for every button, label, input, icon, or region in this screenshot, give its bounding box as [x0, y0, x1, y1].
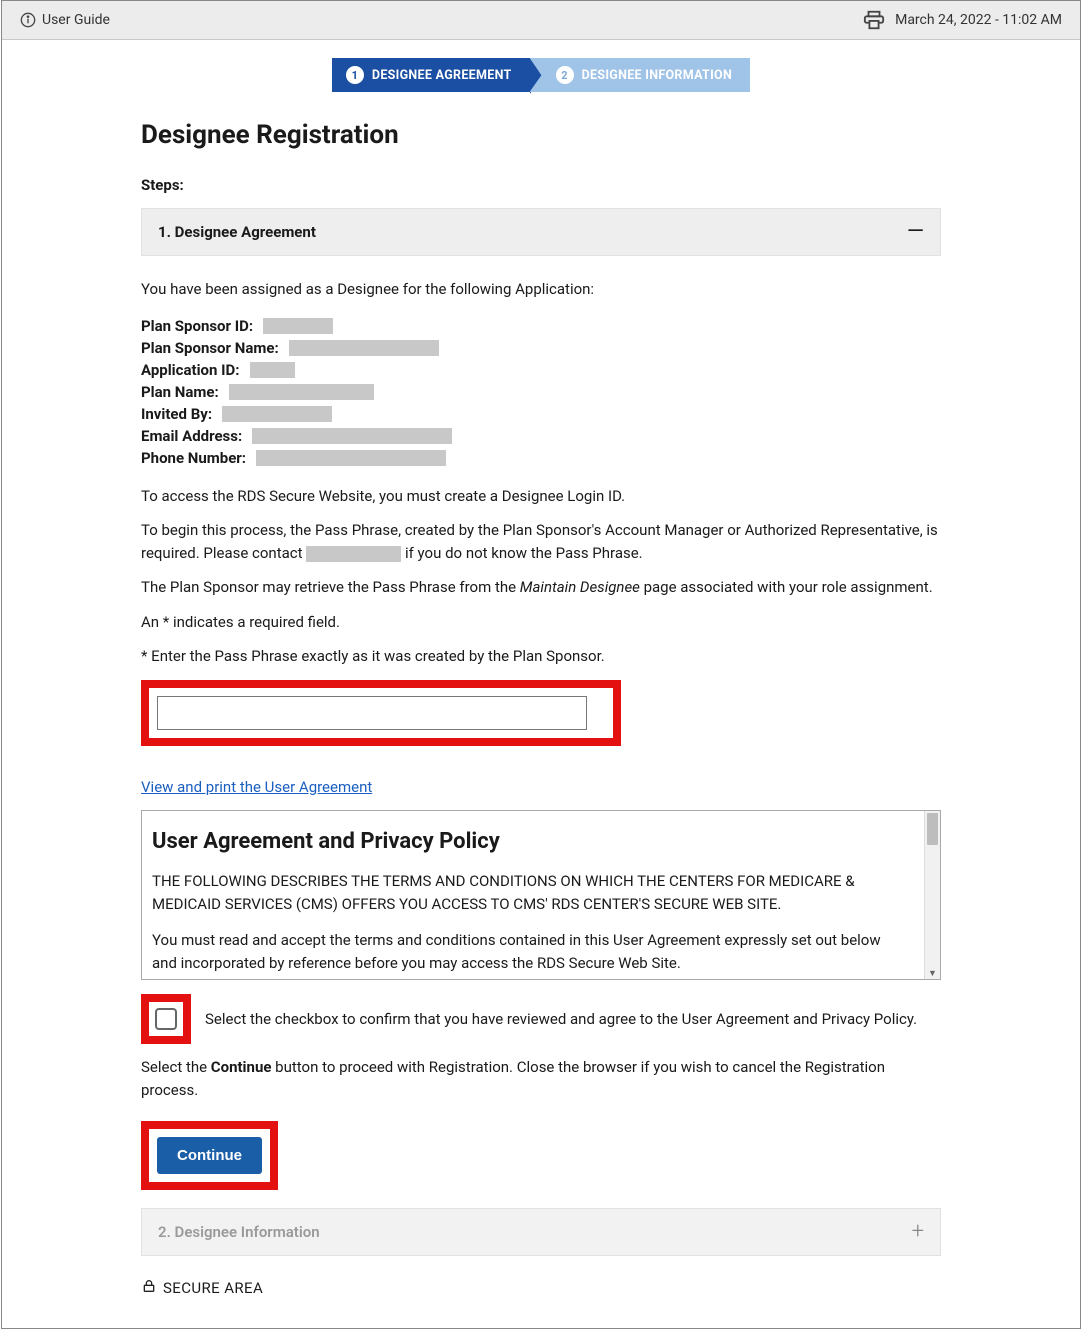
accordion-1-title: 1. Designee Agreement	[158, 223, 316, 241]
label-plan-sponsor-id: Plan Sponsor ID:	[141, 317, 253, 335]
ua-heading: User Agreement and Privacy Policy	[152, 829, 908, 854]
secure-area-label: SECURE AREA	[141, 1278, 941, 1298]
value-plan-sponsor-name	[289, 340, 439, 356]
field-phone: Phone Number:	[141, 449, 941, 467]
label-invited-by: Invited By:	[141, 405, 212, 423]
begin-text: To begin this process, the Pass Phrase, …	[141, 519, 941, 564]
wizard-stepper: 1 DESIGNEE AGREEMENT 2 DESIGNEE INFORMAT…	[141, 58, 941, 92]
step-2-badge: 2	[556, 66, 574, 84]
step-designee-information: 2 DESIGNEE INFORMATION	[530, 58, 751, 92]
confirm-row: Select the checkbox to confirm that you …	[141, 994, 941, 1044]
accordion-1-body: You have been assigned as a Designee for…	[141, 278, 941, 1208]
continue-button[interactable]: Continue	[157, 1137, 262, 1174]
ua-link-row: View and print the User Agreement	[141, 776, 941, 799]
label-email: Email Address:	[141, 427, 242, 445]
value-phone	[256, 450, 446, 466]
value-plan-sponsor-id	[263, 318, 333, 334]
accordion-2-title: 2. Designee Information	[158, 1223, 320, 1241]
value-plan-name	[229, 384, 374, 400]
passphrase-highlight	[141, 680, 621, 746]
step-designee-agreement[interactable]: 1 DESIGNEE AGREEMENT	[332, 58, 530, 92]
timestamp-area: March 24, 2022 - 11:02 AM	[863, 9, 1062, 31]
confirm-label: Select the checkbox to confirm that you …	[205, 1010, 917, 1028]
view-print-user-agreement-link[interactable]: View and print the User Agreement	[141, 778, 372, 796]
access-text: To access the RDS Secure Website, you mu…	[141, 485, 941, 508]
agree-checkbox[interactable]	[155, 1008, 177, 1030]
accordion-designee-information[interactable]: 2. Designee Information +	[141, 1208, 941, 1256]
continue-instruction: Select the Continue button to proceed wi…	[141, 1056, 941, 1101]
user-guide-link[interactable]: User Guide	[20, 12, 110, 28]
label-plan-sponsor-name: Plan Sponsor Name:	[141, 339, 279, 357]
scroll-thumb[interactable]	[927, 813, 938, 845]
required-text: An * indicates a required field.	[141, 611, 941, 634]
label-phone: Phone Number:	[141, 449, 246, 467]
enter-passphrase-label: * Enter the Pass Phrase exactly as it wa…	[141, 645, 941, 668]
accordion-designee-agreement[interactable]: 1. Designee Agreement —	[141, 208, 941, 256]
expand-icon: +	[912, 1221, 924, 1243]
lock-icon	[141, 1278, 157, 1298]
collapse-icon: —	[907, 221, 924, 243]
passphrase-input[interactable]	[157, 696, 587, 730]
user-agreement-box[interactable]: User Agreement and Privacy Policy THE FO…	[141, 810, 941, 980]
contact-redacted	[306, 546, 401, 562]
checkbox-highlight	[141, 994, 191, 1044]
ua-paragraph-1: THE FOLLOWING DESCRIBES THE TERMS AND CO…	[152, 870, 908, 915]
field-application-id: Application ID:	[141, 361, 941, 379]
topbar: User Guide March 24, 2022 - 11:02 AM	[2, 1, 1080, 40]
label-application-id: Application ID:	[141, 361, 240, 379]
timestamp-text: March 24, 2022 - 11:02 AM	[895, 12, 1062, 28]
app-frame: User Guide March 24, 2022 - 11:02 AM 1 D…	[1, 0, 1081, 1329]
step-1-label: DESIGNEE AGREEMENT	[372, 68, 512, 83]
user-agreement-content: User Agreement and Privacy Policy THE FO…	[152, 829, 918, 974]
ua-paragraph-2: You must read and accept the terms and c…	[152, 929, 908, 974]
application-fields: Plan Sponsor ID: Plan Sponsor Name: Appl…	[141, 317, 941, 467]
value-email	[252, 428, 452, 444]
retrieve-text: The Plan Sponsor may retrieve the Pass P…	[141, 576, 941, 599]
step-1-badge: 1	[346, 66, 364, 84]
steps-heading: Steps:	[141, 176, 941, 194]
print-icon[interactable]	[863, 9, 885, 31]
content-area: 1 DESIGNEE AGREEMENT 2 DESIGNEE INFORMAT…	[141, 40, 941, 1298]
field-plan-sponsor-id: Plan Sponsor ID:	[141, 317, 941, 335]
ua-scrollbar[interactable]: ▲ ▼	[924, 811, 940, 979]
step-2-label: DESIGNEE INFORMATION	[582, 68, 733, 83]
info-icon	[20, 12, 36, 28]
value-invited-by	[222, 406, 332, 422]
continue-highlight: Continue	[141, 1121, 278, 1190]
secure-text: SECURE AREA	[163, 1279, 263, 1297]
value-application-id	[250, 362, 295, 378]
intro-text: You have been assigned as a Designee for…	[141, 278, 941, 301]
field-email: Email Address:	[141, 427, 941, 445]
label-plan-name: Plan Name:	[141, 383, 219, 401]
field-plan-sponsor-name: Plan Sponsor Name:	[141, 339, 941, 357]
field-plan-name: Plan Name:	[141, 383, 941, 401]
user-guide-label: User Guide	[42, 12, 110, 28]
scroll-down-icon[interactable]: ▼	[925, 967, 940, 979]
field-invited-by: Invited By:	[141, 405, 941, 423]
page-title: Designee Registration	[141, 120, 941, 150]
